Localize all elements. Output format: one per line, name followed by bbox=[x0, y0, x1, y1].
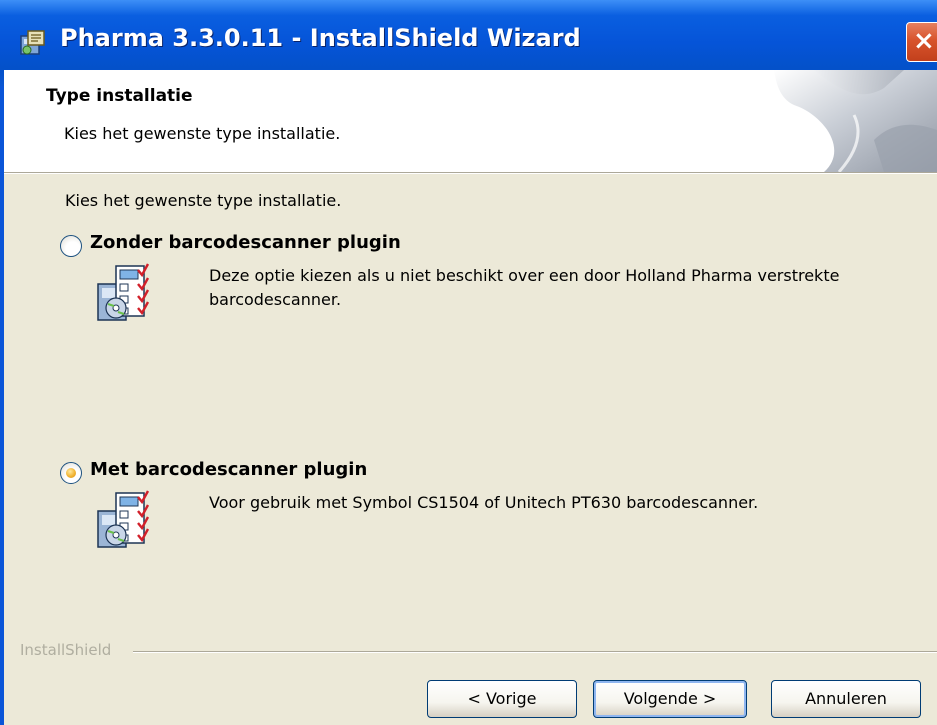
option-label[interactable]: Zonder barcodescanner plugin bbox=[90, 232, 401, 253]
installer-icon bbox=[20, 30, 45, 55]
header-subtitle: Kies het gewenste type installatie. bbox=[64, 124, 341, 143]
footer-divider bbox=[133, 651, 937, 653]
close-button[interactable]: × bbox=[906, 22, 937, 62]
header-title: Type installatie bbox=[46, 86, 193, 106]
installshield-wizard-window: Pharma 3.3.0.11 - InstallShield Wizard ×… bbox=[0, 0, 937, 725]
option-description: Voor gebruik met Symbol CS1504 of Unitec… bbox=[209, 493, 759, 512]
window-title: Pharma 3.3.0.11 - InstallShield Wizard bbox=[60, 24, 581, 52]
option-label[interactable]: Met barcodescanner plugin bbox=[90, 459, 367, 480]
radio-without-plugin[interactable] bbox=[60, 235, 82, 257]
body-intro-text: Kies het gewenste type installatie. bbox=[65, 191, 342, 210]
header-banner-graphic bbox=[774, 70, 937, 172]
dialog-header: Type installatie Kies het gewenste type … bbox=[4, 70, 937, 173]
setup-package-icon bbox=[97, 490, 150, 548]
installshield-brand-label: InstallShield bbox=[20, 641, 112, 659]
back-button[interactable]: < Vorige bbox=[427, 680, 577, 718]
header-divider bbox=[4, 173, 937, 174]
option-description: Deze optie kiezen als u niet beschikt ov… bbox=[209, 266, 840, 309]
next-button[interactable]: Volgende > bbox=[593, 680, 747, 718]
radio-with-plugin[interactable] bbox=[60, 462, 82, 484]
cancel-button[interactable]: Annuleren bbox=[771, 680, 921, 718]
setup-package-icon bbox=[97, 263, 150, 321]
window-frame bbox=[0, 86, 4, 725]
